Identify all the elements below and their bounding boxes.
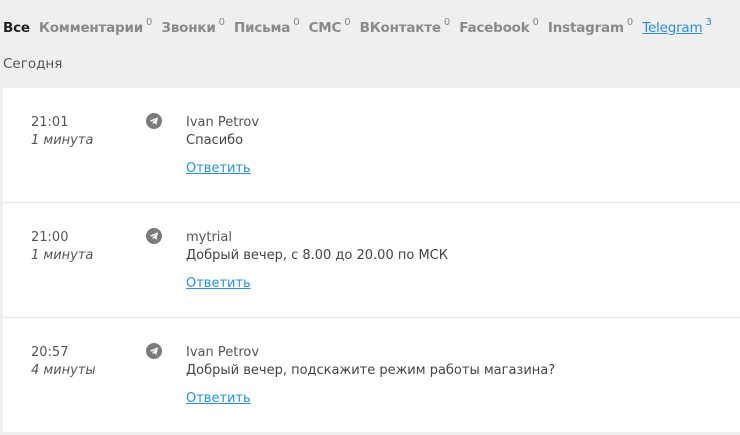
message-author: Ivan Petrov (186, 345, 260, 360)
telegram-icon (146, 343, 162, 359)
message-time: 21:01 (31, 115, 69, 130)
tab-sms[interactable]: СМС 0 (309, 16, 351, 40)
message-time: 21:00 (31, 230, 69, 245)
tab-label: Комментарии (38, 20, 144, 36)
tab-count: 0 (344, 17, 351, 28)
tab-count: 0 (293, 17, 300, 28)
tab-label: ВКонтакте (359, 20, 441, 36)
tab-telegram[interactable]: Telegram 3 (642, 16, 712, 40)
tab-count: 0 (218, 17, 225, 28)
message-text: Добрый вечер, с 8.00 до 20.00 по МСК (186, 248, 448, 263)
reply-link[interactable]: Ответить (186, 276, 251, 291)
message-text: Спасибо (186, 133, 244, 148)
tab-label: Facebook (459, 20, 530, 36)
tab-label: Звонки (161, 20, 216, 36)
message-ago: 1 минута (31, 248, 94, 263)
message-author: Ivan Petrov (186, 115, 260, 130)
tab-count: 0 (443, 17, 451, 28)
tab-calls[interactable]: Звонки 0 (161, 16, 225, 40)
tab-emails[interactable]: Письма 0 (234, 16, 300, 40)
tab-instagram[interactable]: Instagram 0 (548, 16, 633, 40)
tab-label: Telegram (642, 20, 703, 36)
message-time: 20:57 (31, 345, 69, 360)
message-text: Добрый вечер, подскажите режим работы ма… (186, 363, 556, 378)
date-group-label: Сегодня (3, 56, 63, 72)
message-author: mytrial (186, 230, 232, 245)
tab-label: Все (3, 20, 30, 36)
reply-link[interactable]: Ответить (186, 161, 251, 176)
tab-comments[interactable]: Комментарии 0 (39, 16, 153, 40)
tab-vkontakte[interactable]: ВКонтакте 0 (360, 16, 451, 40)
message-ago: 1 минута (31, 133, 94, 148)
tab-facebook[interactable]: Facebook 0 (459, 16, 539, 40)
message-ago: 4 минуты (31, 363, 96, 378)
tab-count: 3 (705, 17, 712, 28)
telegram-icon (146, 113, 162, 129)
list-item: 21:01 1 минута Ivan Petrov Спасибо Ответ… (3, 88, 740, 203)
telegram-icon (146, 228, 162, 244)
reply-link[interactable]: Ответить (186, 391, 251, 406)
channel-tabs: Все Комментарии 0 Звонки 0 Письма 0 СМС … (3, 16, 721, 40)
message-list: 21:01 1 минута Ivan Petrov Спасибо Ответ… (3, 88, 740, 432)
tab-count: 0 (626, 17, 634, 28)
tab-label: Instagram (547, 20, 624, 36)
tab-count: 0 (146, 17, 153, 28)
tab-all[interactable]: Все (3, 16, 30, 40)
tab-label: СМС (308, 20, 342, 36)
list-item: 20:57 4 минуты Ivan Petrov Добрый вечер,… (3, 318, 740, 432)
tab-count: 0 (532, 17, 539, 28)
list-item: 21:00 1 минута mytrial Добрый вечер, с 8… (3, 203, 740, 318)
tab-label: Письма (233, 20, 291, 36)
